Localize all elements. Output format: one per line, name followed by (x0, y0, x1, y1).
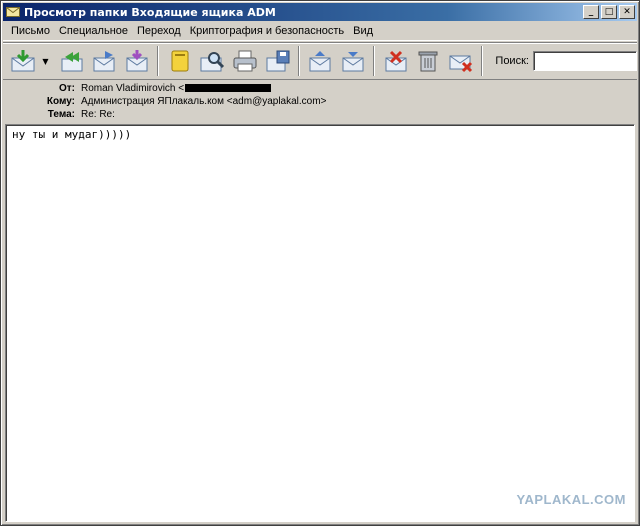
from-value: Roman Vladimirovich < (81, 83, 272, 94)
redacted-email (185, 84, 272, 93)
search-label: Поиск: (495, 55, 529, 67)
message-body[interactable]: ну ты и мудаг))))) YAPLAKAL.COM (5, 124, 635, 522)
watermark: YAPLAKAL.COM (516, 492, 626, 507)
forward-icon[interactable] (90, 46, 119, 76)
redirect-icon[interactable] (123, 46, 152, 76)
title-bar[interactable]: Просмотр папки Входящие ящика ADM _ □ ✕ (3, 3, 637, 21)
dropdown-arrow-icon[interactable]: ▼ (40, 46, 51, 76)
toolbar-separator (373, 46, 376, 76)
toolbar-separator (481, 46, 484, 76)
next-message-icon[interactable] (339, 46, 368, 76)
mail-window-icon (6, 5, 20, 19)
menu-item-special[interactable]: Специальное (59, 25, 128, 37)
menu-item-message[interactable]: Письмо (11, 25, 50, 37)
window-title: Просмотр папки Входящие ящика ADM (24, 5, 276, 19)
reply-all-icon[interactable] (57, 46, 86, 76)
block-sender-icon[interactable] (447, 46, 476, 76)
from-label: От: (58, 83, 75, 94)
spam-icon[interactable] (381, 46, 410, 76)
address-book-icon[interactable] (165, 46, 194, 76)
from-text: Roman Vladimirovich < (81, 83, 185, 94)
print-icon[interactable] (231, 46, 260, 76)
menu-item-go[interactable]: Переход (137, 25, 181, 37)
toolbar: ▼ Поиск: (3, 42, 637, 80)
delete-icon[interactable] (414, 46, 443, 76)
message-body-text: ну ты и мудаг))))) (12, 128, 132, 141)
subject-label: Тема: (47, 109, 75, 120)
minimize-button[interactable]: _ (583, 5, 599, 19)
subject-value: Re: Re: (81, 109, 115, 120)
toolbar-separator (297, 46, 300, 76)
save-icon[interactable] (263, 46, 292, 76)
find-icon[interactable] (198, 46, 227, 76)
menu-bar: Письмо Специальное Переход Криптография … (3, 22, 637, 41)
receive-icon[interactable] (9, 46, 38, 76)
close-button[interactable]: ✕ (619, 5, 635, 19)
mail-viewer-window: Просмотр папки Входящие ящика ADM _ □ ✕ … (0, 0, 640, 526)
menu-item-view[interactable]: Вид (353, 25, 373, 37)
prev-message-icon[interactable] (306, 46, 335, 76)
toolbar-separator (157, 46, 160, 76)
maximize-button[interactable]: □ (601, 5, 617, 19)
to-label: Кому: (46, 96, 75, 107)
menu-item-crypto[interactable]: Криптография и безопасность (190, 25, 344, 37)
search-input[interactable] (532, 51, 637, 71)
to-value: Администрация ЯПлакаль.ком <adm@yaplakal… (81, 96, 327, 107)
message-header: От: Roman Vladimirovich < Кому: Админист… (3, 81, 637, 123)
